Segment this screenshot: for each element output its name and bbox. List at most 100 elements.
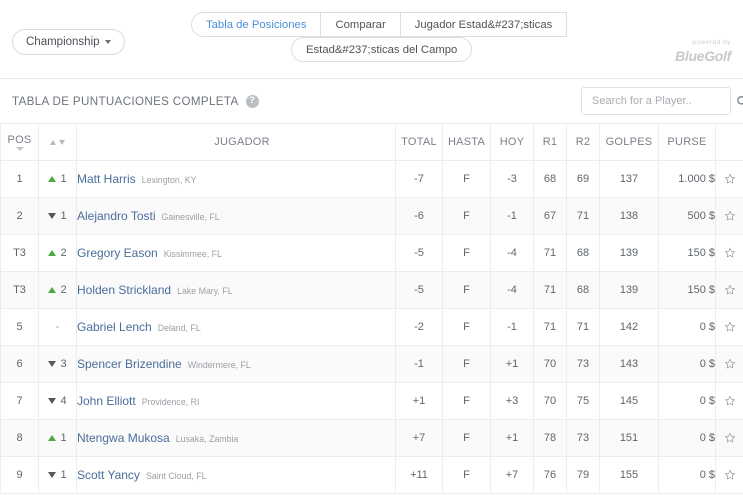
search-box[interactable]: [581, 87, 731, 115]
cell-favorite[interactable]: [716, 235, 743, 272]
tab-bar: Tabla de Posiciones Comparar Jugador Est…: [191, 12, 567, 62]
player-name-link[interactable]: Gregory Eason: [77, 246, 158, 260]
cell-favorite[interactable]: [716, 161, 743, 198]
cell-position: 8: [1, 420, 39, 457]
cell-favorite[interactable]: [716, 272, 743, 309]
column-header-r1[interactable]: R1: [534, 124, 567, 161]
arrow-down-icon: [59, 140, 65, 145]
cell-r2: 73: [567, 346, 600, 383]
cell-r1: 76: [534, 457, 567, 494]
cell-player[interactable]: Holden StricklandLake Mary, FL: [77, 272, 396, 309]
tab-comparar[interactable]: Comparar: [321, 12, 400, 37]
cell-favorite[interactable]: [716, 346, 743, 383]
move-value: 1: [60, 173, 66, 185]
column-header-pos-label: POS: [8, 134, 32, 146]
cell-player[interactable]: John ElliottProvidence, RI: [77, 383, 396, 420]
cell-total: -2: [396, 309, 443, 346]
cell-movement: 2: [39, 235, 77, 272]
column-header-player[interactable]: JUGADOR: [77, 124, 396, 161]
help-icon[interactable]: ?: [246, 95, 259, 108]
player-name-link[interactable]: Ntengwa Mukosa: [77, 431, 170, 445]
championship-dropdown[interactable]: Championship: [12, 29, 125, 55]
table-row[interactable]: 11Matt HarrisLexington, KY-7F-368691371.…: [1, 161, 743, 198]
cell-golpes: 137: [600, 161, 659, 198]
star-outline-icon[interactable]: [724, 432, 736, 444]
cell-player[interactable]: Matt HarrisLexington, KY: [77, 161, 396, 198]
column-header-pos[interactable]: POS: [1, 124, 39, 161]
table-row[interactable]: T32Holden StricklandLake Mary, FL-5F-471…: [1, 272, 743, 309]
column-header-purse[interactable]: PURSE: [659, 124, 716, 161]
table-row[interactable]: T32Gregory EasonKissimmee, FL-5F-4716813…: [1, 235, 743, 272]
cell-total: -1: [396, 346, 443, 383]
tab-tabla-de-posiciones[interactable]: Tabla de Posiciones: [191, 12, 321, 37]
player-name-link[interactable]: Gabriel Lench: [77, 320, 152, 334]
cell-hoy: +1: [491, 420, 534, 457]
column-header-hasta[interactable]: HASTA: [443, 124, 491, 161]
cell-hasta: F: [443, 272, 491, 309]
cell-player[interactable]: Alejandro TostiGainesville, FL: [77, 198, 396, 235]
tab-row-secondary: Estad&#237;sticas del Campo: [191, 37, 567, 62]
cell-favorite[interactable]: [716, 198, 743, 235]
star-outline-icon[interactable]: [724, 321, 736, 333]
star-outline-icon[interactable]: [724, 210, 736, 222]
column-header-movement[interactable]: [39, 124, 77, 161]
table-row[interactable]: 21Alejandro TostiGainesville, FL-6F-1677…: [1, 198, 743, 235]
cell-player[interactable]: Gregory EasonKissimmee, FL: [77, 235, 396, 272]
cell-position: 7: [1, 383, 39, 420]
player-name-link[interactable]: Alejandro Tosti: [77, 209, 156, 223]
cell-favorite[interactable]: [716, 457, 743, 494]
cell-hasta: F: [443, 161, 491, 198]
caret-down-icon: [105, 40, 111, 44]
table-row[interactable]: 74John ElliottProvidence, RI+1F+37075145…: [1, 383, 743, 420]
column-header-total[interactable]: TOTAL: [396, 124, 443, 161]
cell-hoy: +1: [491, 346, 534, 383]
column-header-golpes[interactable]: GOLPES: [600, 124, 659, 161]
cell-player[interactable]: Scott Yancy Saint Cloud, FL: [77, 457, 396, 494]
cell-position: 5: [1, 309, 39, 346]
cell-position: 6: [1, 346, 39, 383]
table-row[interactable]: 63Spencer BrizendineWindermere, FL-1F+17…: [1, 346, 743, 383]
column-header-hoy[interactable]: HOY: [491, 124, 534, 161]
search-input[interactable]: [590, 94, 736, 108]
star-outline-icon[interactable]: [724, 247, 736, 259]
cell-golpes: 138: [600, 198, 659, 235]
cell-hasta: F: [443, 309, 491, 346]
tab-label: Comparar: [335, 19, 385, 31]
move-up-icon: [48, 287, 56, 293]
table-row[interactable]: 5-Gabriel LenchDeland, FL-2F-171711420 $: [1, 309, 743, 346]
cell-favorite[interactable]: [716, 420, 743, 457]
cell-r1: 71: [534, 272, 567, 309]
player-city: Saint Cloud, FL: [146, 471, 207, 481]
player-city: Deland, FL: [158, 323, 201, 333]
player-name-link[interactable]: Holden Strickland: [77, 283, 171, 297]
cell-hasta: F: [443, 420, 491, 457]
player-name-link[interactable]: Spencer Brizendine: [77, 357, 182, 371]
cell-movement: 2: [39, 272, 77, 309]
search-icon[interactable]: [736, 95, 743, 108]
player-name-link[interactable]: Scott Yancy: [77, 468, 140, 482]
player-name-link[interactable]: John Elliott: [77, 394, 136, 408]
table-row[interactable]: 91Scott YancySaint Cloud, FL+11F+7767915…: [1, 457, 743, 494]
star-outline-icon[interactable]: [724, 284, 736, 296]
column-header-r2[interactable]: R2: [567, 124, 600, 161]
cell-r1: 71: [534, 235, 567, 272]
player-name-link[interactable]: Matt Harris: [77, 172, 136, 186]
cell-player[interactable]: Spencer BrizendineWindermere, FL: [77, 346, 396, 383]
star-outline-icon[interactable]: [724, 469, 736, 481]
star-outline-icon[interactable]: [724, 395, 736, 407]
cell-player[interactable]: Ntengwa MukosaLusaka, Zambia: [77, 420, 396, 457]
cell-favorite[interactable]: [716, 383, 743, 420]
table-row[interactable]: 81Ntengwa MukosaLusaka, Zambia+7F+178731…: [1, 420, 743, 457]
move-up-icon: [48, 435, 56, 441]
cell-player[interactable]: Gabriel Lench Deland, FL: [77, 309, 396, 346]
cell-r2: 73: [567, 420, 600, 457]
cell-r1: 78: [534, 420, 567, 457]
cell-favorite[interactable]: [716, 309, 743, 346]
tab-estadisticas-del-campo[interactable]: Estad&#237;sticas del Campo: [291, 37, 472, 62]
star-outline-icon[interactable]: [724, 173, 736, 185]
cell-total: -5: [396, 235, 443, 272]
tab-jugador-estadisticas[interactable]: Jugador Estad&#237;sticas: [401, 12, 568, 37]
cell-golpes: 155: [600, 457, 659, 494]
star-outline-icon[interactable]: [724, 358, 736, 370]
column-header-purse-label: PURSE: [667, 136, 706, 148]
